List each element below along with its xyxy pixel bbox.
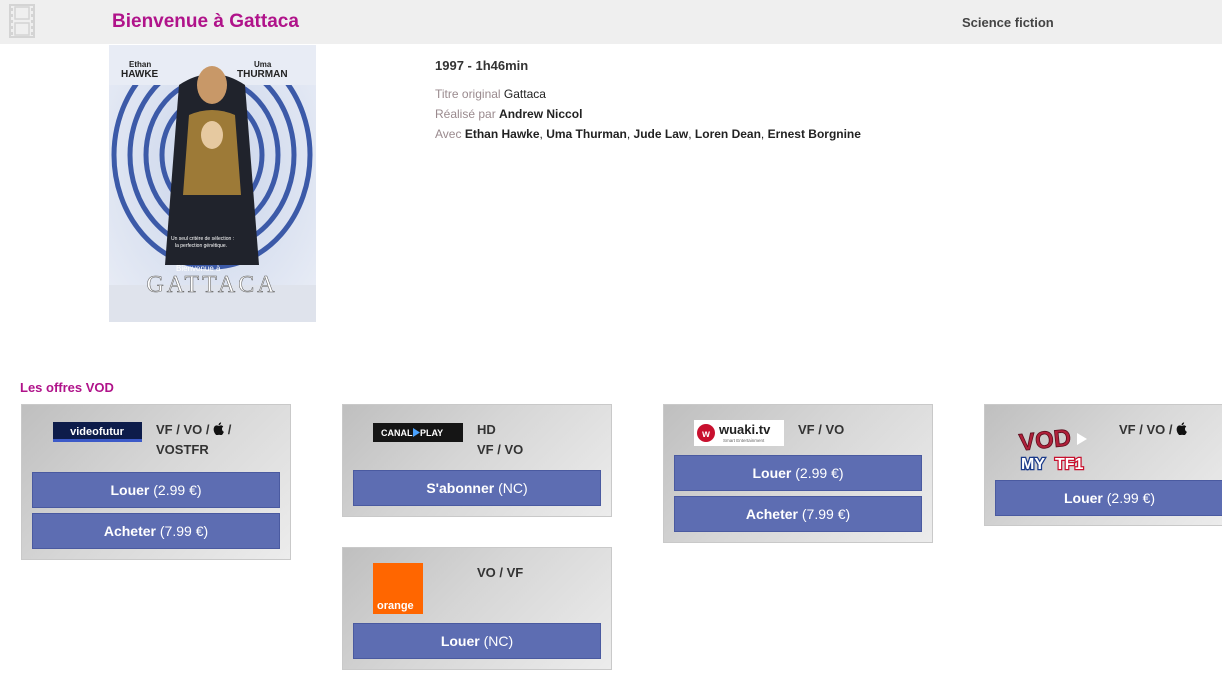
svg-text:CANAL: CANAL: [381, 428, 413, 438]
movie-title: Bienvenue à Gattaca: [112, 11, 299, 32]
offer-canalplay: CANAL PLAY HD VF / VO S'abonner (NC): [342, 404, 612, 517]
offer-wuaki: w wuaki.tv Smart Entertainment VF / VO L…: [663, 404, 933, 543]
movie-meta: 1997 - 1h46min Titre original Gattaca Ré…: [435, 58, 861, 147]
svg-text:wuaki.tv: wuaki.tv: [718, 422, 771, 437]
videofutur-logo: videofutur: [53, 422, 142, 442]
offer-versions: VF / VO /: [1119, 420, 1187, 440]
poster-actor2-first: Uma: [254, 60, 272, 69]
poster-tagline-1: Un seul critère de sélection :: [171, 236, 234, 242]
svg-text:w: w: [701, 429, 710, 440]
svg-text:videofutur: videofutur: [70, 426, 124, 438]
poster-tagline-2: la perfection génétique.: [175, 243, 227, 249]
canalplay-logo: CANAL PLAY: [373, 423, 463, 442]
offer-orange: orange VO / VF Louer (NC): [342, 547, 612, 670]
poster-actor1-last: HAWKE: [121, 69, 159, 80]
svg-text:VOD: VOD: [1018, 424, 1073, 456]
poster-actor2-last: THURMAN: [237, 69, 288, 80]
rent-button[interactable]: Louer (NC): [353, 623, 601, 659]
movie-poster: Ethan HAWKE Uma THURMAN Un seul critère …: [109, 45, 316, 322]
buy-button[interactable]: Acheter (7.99 €): [32, 513, 280, 549]
genre-label: Science fiction: [962, 15, 1054, 30]
svg-text:Smart Entertainment: Smart Entertainment: [723, 438, 765, 443]
film-icon: [9, 4, 35, 38]
director-link[interactable]: Andrew Niccol: [499, 107, 582, 121]
subscribe-button[interactable]: S'abonner (NC): [353, 470, 601, 506]
offer-mytf1: VOD MY TF1 VF / VO / Louer (2.99 €): [984, 404, 1222, 526]
offer-versions: VO / VF: [477, 565, 524, 580]
svg-text:MY: MY: [1021, 456, 1045, 472]
play-icon: [1077, 433, 1087, 445]
original-title-label: Titre original: [435, 87, 501, 101]
cast-label: Avec: [435, 127, 462, 141]
cast-row: Avec Ethan Hawke, Uma Thurman, Jude Law,…: [435, 127, 861, 141]
rent-button[interactable]: Louer (2.99 €): [32, 472, 280, 508]
rent-button[interactable]: Louer (2.99 €): [995, 480, 1222, 516]
cast-link[interactable]: Ethan Hawke: [465, 127, 540, 141]
cast-link[interactable]: Loren Dean: [695, 127, 761, 141]
cast-link[interactable]: Jude Law: [634, 127, 689, 141]
rent-button[interactable]: Louer (2.99 €): [674, 455, 922, 491]
offer-versions: VF / VO: [798, 422, 845, 437]
offer-versions: HD VF / VO: [477, 422, 524, 457]
svg-text:orange: orange: [377, 600, 414, 612]
offer-videofutur: videofutur VF / VO / / VOSTFR Louer (2.9…: [21, 404, 291, 560]
top-bar: Bienvenue à Gattaca Science fiction: [0, 0, 1222, 44]
director-label: Réalisé par: [435, 107, 496, 121]
cast-link[interactable]: Ernest Borgnine: [768, 127, 861, 141]
poster-actor1-first: Ethan: [129, 60, 151, 69]
offer-versions: VF / VO / / VOSTFR: [156, 422, 232, 457]
apple-icon: [213, 422, 224, 435]
poster-title-big: GATTACA: [146, 272, 277, 298]
wuaki-logo: w wuaki.tv Smart Entertainment: [694, 420, 784, 446]
svg-text:TF1: TF1: [1055, 456, 1084, 472]
cast-link[interactable]: Uma Thurman: [546, 127, 627, 141]
buy-button[interactable]: Acheter (7.99 €): [674, 496, 922, 532]
director-row: Réalisé par Andrew Niccol: [435, 107, 861, 121]
mytf1-logo: VOD MY TF1: [1017, 424, 1087, 472]
apple-icon: [1176, 422, 1187, 435]
original-title-value: Gattaca: [503, 87, 546, 101]
svg-text:PLAY: PLAY: [420, 428, 443, 438]
original-title-row: Titre original Gattaca: [435, 87, 861, 101]
year-duration: 1997 - 1h46min: [435, 58, 529, 73]
orange-logo: orange: [373, 563, 423, 614]
vod-section-title: Les offres VOD: [20, 380, 114, 395]
